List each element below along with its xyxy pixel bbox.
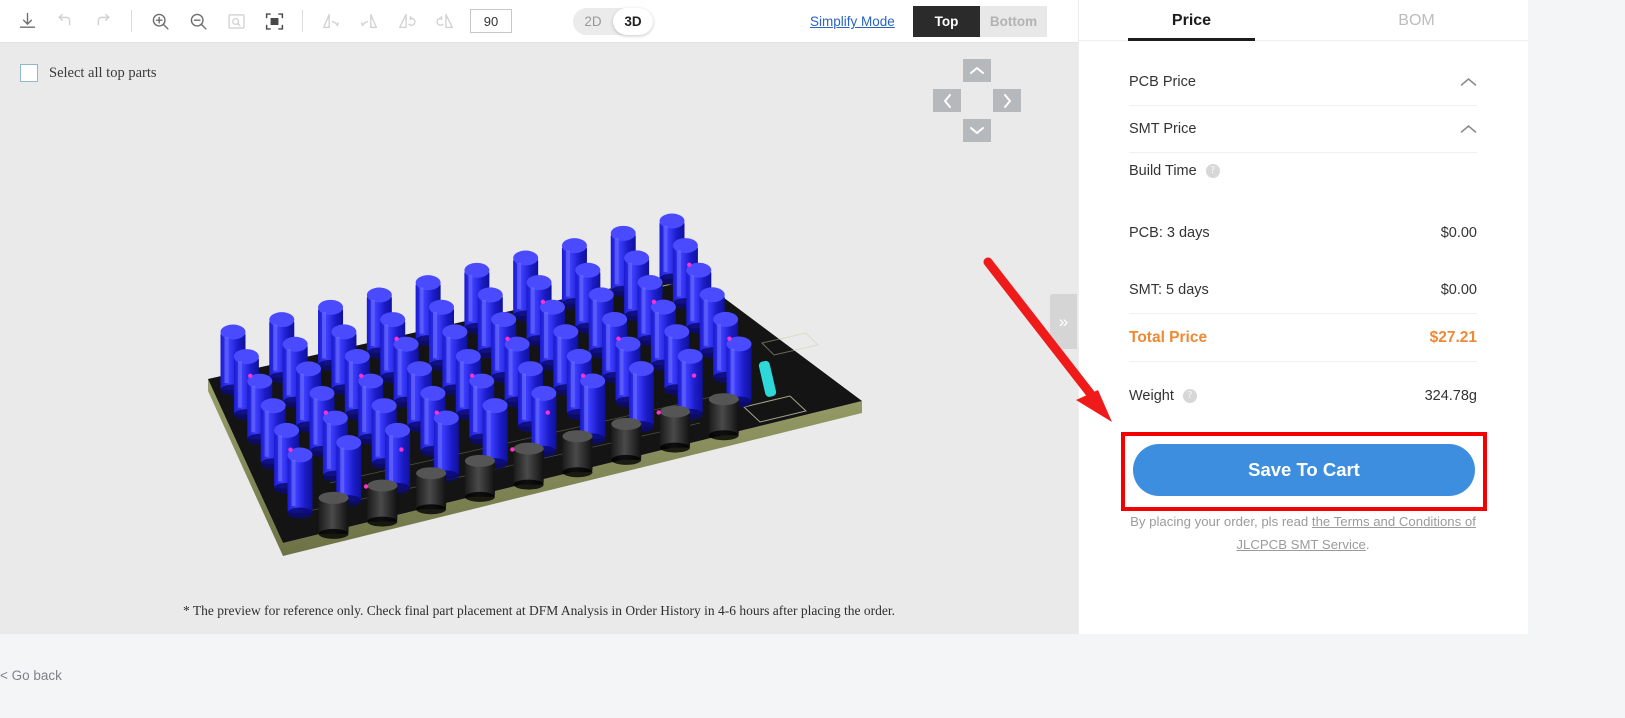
price-row-pcb-value: $0.00 xyxy=(1440,224,1477,241)
rotate-up-button[interactable] xyxy=(963,59,991,82)
build-time-row: Build Time ? xyxy=(1129,163,1220,179)
rotate-left-button[interactable] xyxy=(933,89,961,112)
price-row-pcb: PCB: 3 days $0.00 xyxy=(1129,209,1477,256)
total-price-label: Total Price xyxy=(1129,329,1208,346)
save-to-cart-button[interactable]: Save To Cart xyxy=(1133,444,1475,496)
fit-screen-icon[interactable] xyxy=(255,2,293,40)
tab-bom[interactable]: BOM xyxy=(1304,0,1529,41)
dimension-option-2d[interactable]: 2D xyxy=(573,8,613,35)
weight-label: Weight xyxy=(1129,387,1174,404)
accordion-pcb-price[interactable]: PCB Price xyxy=(1129,59,1477,106)
weight-value: 324.78g xyxy=(1424,387,1477,404)
board-side-toggle[interactable]: Top Bottom xyxy=(913,6,1047,37)
pcb-3d-viewport[interactable]: Select all top parts » * The preview for… xyxy=(0,43,1078,634)
flip-horizontal-icon[interactable] xyxy=(312,2,350,40)
terms-prefix: By placing your order, pls read xyxy=(1130,514,1312,529)
price-row-smt: SMT: 5 days $0.00 xyxy=(1129,267,1477,314)
dimension-toggle[interactable]: 2D 3D xyxy=(573,8,653,35)
weight-row: Weight ? 324.78g xyxy=(1129,372,1477,419)
rotate-right-button[interactable] xyxy=(993,89,1021,112)
total-price-row: Total Price $27.21 xyxy=(1129,315,1477,362)
undo-icon[interactable] xyxy=(46,2,84,40)
select-all-checkbox[interactable] xyxy=(20,64,38,82)
help-icon[interactable]: ? xyxy=(1182,388,1197,403)
chevron-up-icon[interactable] xyxy=(1460,123,1477,136)
toolbar-divider-2 xyxy=(302,10,303,32)
price-row-smt-label: SMT: 5 days xyxy=(1129,282,1209,298)
bottom-bar: < Go back xyxy=(0,634,1625,718)
preview-footnote: * The preview for reference only. Check … xyxy=(183,603,895,618)
zoom-out-icon[interactable] xyxy=(179,2,217,40)
pcb-3d-model xyxy=(208,213,862,556)
zoom-in-icon[interactable] xyxy=(141,2,179,40)
tab-price[interactable]: Price xyxy=(1079,0,1304,41)
side-option-top[interactable]: Top xyxy=(913,6,980,37)
simplify-mode-link[interactable]: Simplify Mode xyxy=(810,14,895,29)
accordion-pcb-price-label: PCB Price xyxy=(1129,74,1196,90)
help-icon[interactable]: ? xyxy=(1205,164,1220,178)
price-row-smt-value: $0.00 xyxy=(1440,282,1477,298)
rotation-input[interactable] xyxy=(470,9,512,33)
side-option-bottom[interactable]: Bottom xyxy=(980,6,1047,37)
toolbar-divider-1 xyxy=(131,10,132,32)
collapse-panel-handle[interactable]: » xyxy=(1050,294,1077,349)
jlcpcb-smt-order-page: 2D 3D Simplify Mode Top Bottom Select al… xyxy=(0,0,1625,718)
build-time-label: Build Time xyxy=(1129,163,1197,179)
download-icon[interactable] xyxy=(8,2,46,40)
terms-suffix: . xyxy=(1365,537,1370,552)
flip-vertical-icon[interactable] xyxy=(350,2,388,40)
preview-column: 2D 3D Simplify Mode Top Bottom Select al… xyxy=(0,0,1078,718)
chevron-up-icon[interactable] xyxy=(1460,76,1477,89)
price-row-pcb-label: PCB: 3 days xyxy=(1129,224,1210,241)
go-back-link[interactable]: < Go back xyxy=(0,668,62,683)
rotate-cw-icon[interactable] xyxy=(388,2,426,40)
redo-icon[interactable] xyxy=(84,2,122,40)
zoom-region-icon[interactable] xyxy=(217,2,255,40)
accordion-smt-price[interactable]: SMT Price xyxy=(1129,106,1477,153)
terms-notice: By placing your order, pls read the Term… xyxy=(1128,510,1478,556)
rotate-down-button[interactable] xyxy=(963,119,991,142)
right-gutter xyxy=(1528,0,1625,634)
dimension-option-3d[interactable]: 3D xyxy=(613,8,653,35)
total-price-value: $27.21 xyxy=(1429,329,1477,346)
rotate-ccw-icon[interactable] xyxy=(426,2,464,40)
accordion-smt-price-label: SMT Price xyxy=(1129,121,1197,137)
panel-tabs: Price BOM xyxy=(1079,0,1529,41)
select-all-top-parts-row[interactable]: Select all top parts xyxy=(20,64,157,82)
select-all-label: Select all top parts xyxy=(49,64,157,81)
